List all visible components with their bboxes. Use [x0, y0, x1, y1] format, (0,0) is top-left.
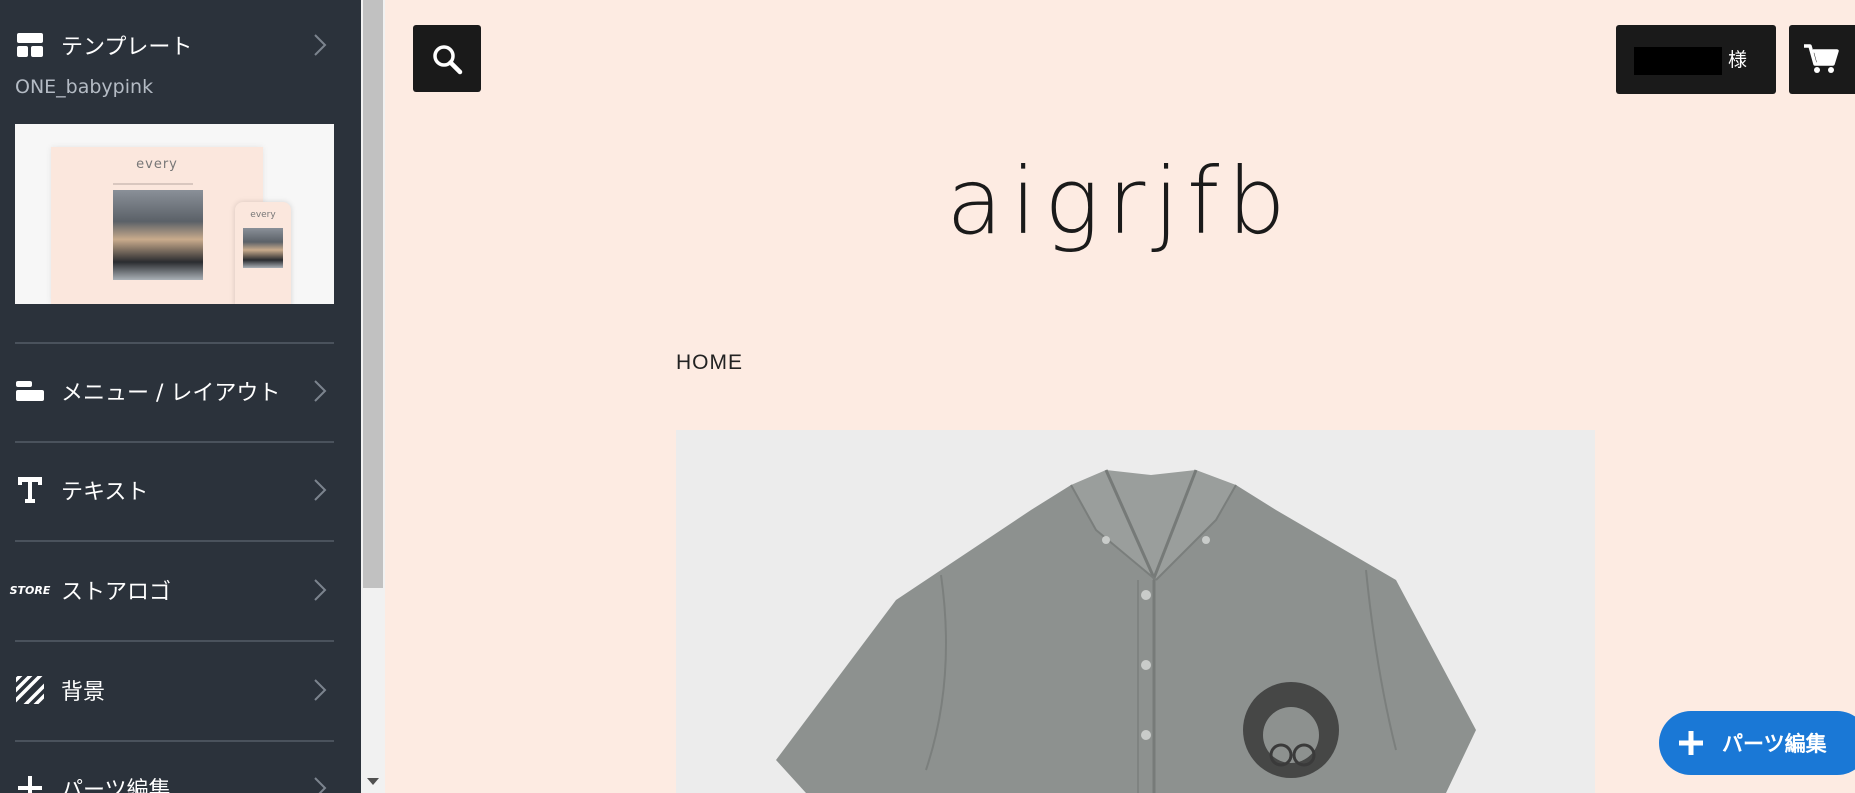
parts-edit-label: パーツ編集 — [1722, 732, 1827, 756]
background-icon — [15, 675, 45, 705]
chevron-right-icon — [314, 380, 327, 402]
sidebar-scrollbar[interactable] — [361, 0, 385, 793]
chevron-right-icon — [314, 479, 327, 501]
divider — [15, 640, 334, 642]
search-icon — [433, 44, 463, 74]
user-account-button[interactable]: 様 — [1616, 25, 1776, 94]
thumbnail-mobile-photo — [243, 228, 283, 268]
store-logo[interactable]: aigrjfb — [385, 148, 1855, 255]
sidebar-item-store-logo[interactable]: STORE ストアロゴ — [0, 570, 361, 610]
divider — [15, 441, 334, 443]
template-thumbnail[interactable]: every every — [15, 124, 334, 304]
chevron-right-icon — [314, 579, 327, 601]
thumbnail-title: every — [136, 157, 178, 172]
layout-icon — [15, 376, 45, 406]
user-name-redacted — [1634, 47, 1722, 75]
thumbnail-nav — [113, 183, 193, 185]
thumbnail-mobile-title: every — [250, 210, 276, 220]
sidebar-item-label: テキスト — [61, 480, 149, 505]
template-icon — [15, 30, 45, 60]
sidebar: テンプレート ONE_babypink every every メニュー / レ… — [0, 0, 361, 793]
scrollbar-thumb[interactable] — [363, 0, 383, 588]
thumbnail-mobile-preview: every — [235, 202, 291, 304]
chevron-right-icon — [314, 34, 327, 56]
sidebar-item-label: メニュー / レイアウト — [61, 381, 281, 406]
chevron-right-icon — [314, 777, 327, 793]
divider — [15, 540, 334, 542]
scroll-down-arrow-icon[interactable] — [367, 778, 379, 785]
sidebar-item-label: 背景 — [61, 680, 106, 705]
sidebar-item-label: テンプレート — [61, 35, 193, 60]
product-image[interactable] — [676, 430, 1595, 793]
sidebar-item-parts-edit[interactable]: パーツ編集 — [0, 768, 361, 793]
plus-icon — [1679, 731, 1703, 755]
thumbnail-desktop-preview: every — [51, 147, 263, 304]
parts-edit-button[interactable]: パーツ編集 — [1659, 711, 1855, 775]
thumbnail-photo — [113, 190, 203, 280]
text-icon — [15, 475, 45, 505]
sidebar-item-text[interactable]: テキスト — [0, 470, 361, 510]
search-button[interactable] — [413, 25, 481, 92]
breadcrumb-home[interactable]: HOME — [676, 351, 743, 375]
sidebar-item-label: パーツ編集 — [61, 778, 171, 793]
user-honorific: 様 — [1728, 49, 1748, 71]
store-preview: 様 aigrjfb HOME — [385, 0, 1855, 793]
cart-button[interactable] — [1789, 25, 1855, 94]
divider — [15, 342, 334, 344]
store-logo-icon-text: STORE — [9, 583, 51, 597]
divider — [15, 740, 334, 742]
plus-icon — [15, 773, 45, 793]
chevron-right-icon — [314, 679, 327, 701]
store-logo-icon: STORE — [10, 575, 51, 605]
template-name: ONE_babypink — [15, 76, 154, 98]
sidebar-item-template[interactable]: テンプレート — [0, 25, 361, 65]
sidebar-item-menu-layout[interactable]: メニュー / レイアウト — [0, 371, 361, 411]
cart-icon — [1804, 44, 1839, 73]
sidebar-item-background[interactable]: 背景 — [0, 670, 361, 710]
sidebar-item-label: ストアロゴ — [61, 580, 172, 605]
shirt-image — [776, 469, 1476, 793]
